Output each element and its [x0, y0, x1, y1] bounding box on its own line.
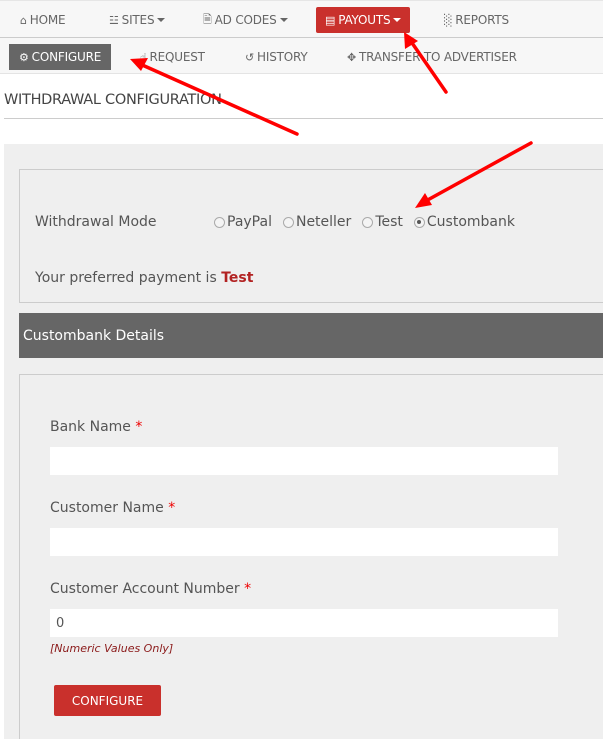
subnav-configure-label: CONFIGURE	[31, 50, 102, 64]
radio-button[interactable]	[214, 216, 225, 228]
account-number-label: Customer Account Number *	[50, 581, 251, 597]
code-file-icon: 🗎	[203, 12, 212, 26]
required-mark: *	[135, 419, 143, 435]
page-title: WITHDRAWAL CONFIGURATION	[4, 92, 222, 108]
sitemap-icon: ☳	[109, 13, 119, 27]
chevron-down-icon	[393, 18, 402, 22]
radio-test[interactable]: Test	[362, 214, 403, 230]
top-nav: ⌂ HOME ☳ SITES 🗎 AD CODES ▤ PAYOUTS ░ RE…	[0, 0, 603, 38]
radio-label: Neteller	[295, 214, 352, 230]
bank-name-label: Bank Name *	[50, 419, 142, 435]
nav-home-label: HOME	[29, 13, 66, 27]
history-icon: ↺	[245, 50, 255, 64]
subnav-request[interactable]: ☝ REQUEST	[140, 44, 205, 70]
withdrawal-mode-radio-group: PayPal Neteller Test Custombank	[214, 214, 526, 230]
nav-payouts[interactable]: ▤ PAYOUTS	[316, 7, 411, 33]
nav-home[interactable]: ⌂ HOME	[20, 7, 66, 33]
customer-name-label-text: Customer Name	[50, 500, 164, 516]
customer-name-input[interactable]	[50, 528, 558, 556]
subnav-configure[interactable]: ⚙ CONFIGURE	[9, 44, 112, 70]
custombank-details-title: Custombank Details	[23, 327, 165, 344]
account-number-label-text: Customer Account Number	[50, 581, 240, 597]
required-mark: *	[168, 500, 176, 516]
nav-reports[interactable]: ░ REPORTS	[444, 7, 509, 33]
home-icon: ⌂	[20, 13, 27, 27]
radio-label: Custombank	[426, 214, 515, 230]
nav-ad-codes[interactable]: 🗎 AD CODES	[203, 7, 288, 33]
radio-label: Test	[375, 214, 403, 230]
bank-name-input[interactable]	[50, 447, 558, 475]
preferred-payment-text: Your preferred payment is Test	[35, 270, 253, 286]
nav-sites[interactable]: ☳ SITES	[109, 7, 166, 33]
preferred-payment-prefix: Your preferred payment is	[35, 270, 217, 286]
radio-button[interactable]	[282, 216, 294, 228]
subnav-request-label: REQUEST	[149, 50, 205, 64]
radio-button[interactable]	[362, 216, 374, 228]
required-mark: *	[244, 581, 252, 597]
radio-paypal[interactable]: PayPal	[214, 214, 272, 230]
bank-name-label-text: Bank Name	[50, 419, 131, 435]
title-divider	[4, 118, 603, 119]
hand-pointer-icon: ☝	[140, 50, 147, 64]
radio-label: PayPal	[227, 214, 272, 230]
nav-reports-label: REPORTS	[455, 13, 509, 27]
subnav-history-label: HISTORY	[257, 50, 308, 64]
chevron-down-icon	[279, 18, 288, 22]
configure-submit-button[interactable]: CONFIGURE	[54, 685, 161, 716]
move-icon: ✥	[347, 50, 357, 64]
customer-name-label: Customer Name *	[50, 500, 175, 516]
preferred-payment-value: Test	[221, 270, 254, 286]
chevron-down-icon	[157, 18, 166, 22]
custombank-details-header: Custombank Details	[19, 313, 603, 358]
nav-ad-codes-label: AD CODES	[214, 13, 277, 27]
radio-neteller[interactable]: Neteller	[282, 214, 352, 230]
radio-custombank[interactable]: Custombank	[413, 214, 515, 230]
subnav-transfer-label: TRANSFER TO ADVERTISER	[359, 50, 517, 64]
gear-icon: ⚙	[19, 50, 29, 64]
account-number-input[interactable]	[50, 609, 558, 637]
sub-nav: ⚙ CONFIGURE ☝ REQUEST ↺ HISTORY ✥ TRANSF…	[0, 38, 603, 74]
credit-card-icon: ▤	[325, 13, 336, 27]
subnav-transfer[interactable]: ✥ TRANSFER TO ADVERTISER	[347, 44, 517, 70]
subnav-history[interactable]: ↺ HISTORY	[245, 44, 308, 70]
numeric-hint: [Numeric Values Only]	[50, 642, 174, 655]
nav-payouts-label: PAYOUTS	[338, 13, 391, 27]
radio-button-checked[interactable]	[413, 216, 425, 228]
withdrawal-mode-label: Withdrawal Mode	[35, 214, 157, 230]
nav-sites-label: SITES	[121, 13, 155, 27]
bar-chart-icon: ░	[444, 13, 453, 27]
